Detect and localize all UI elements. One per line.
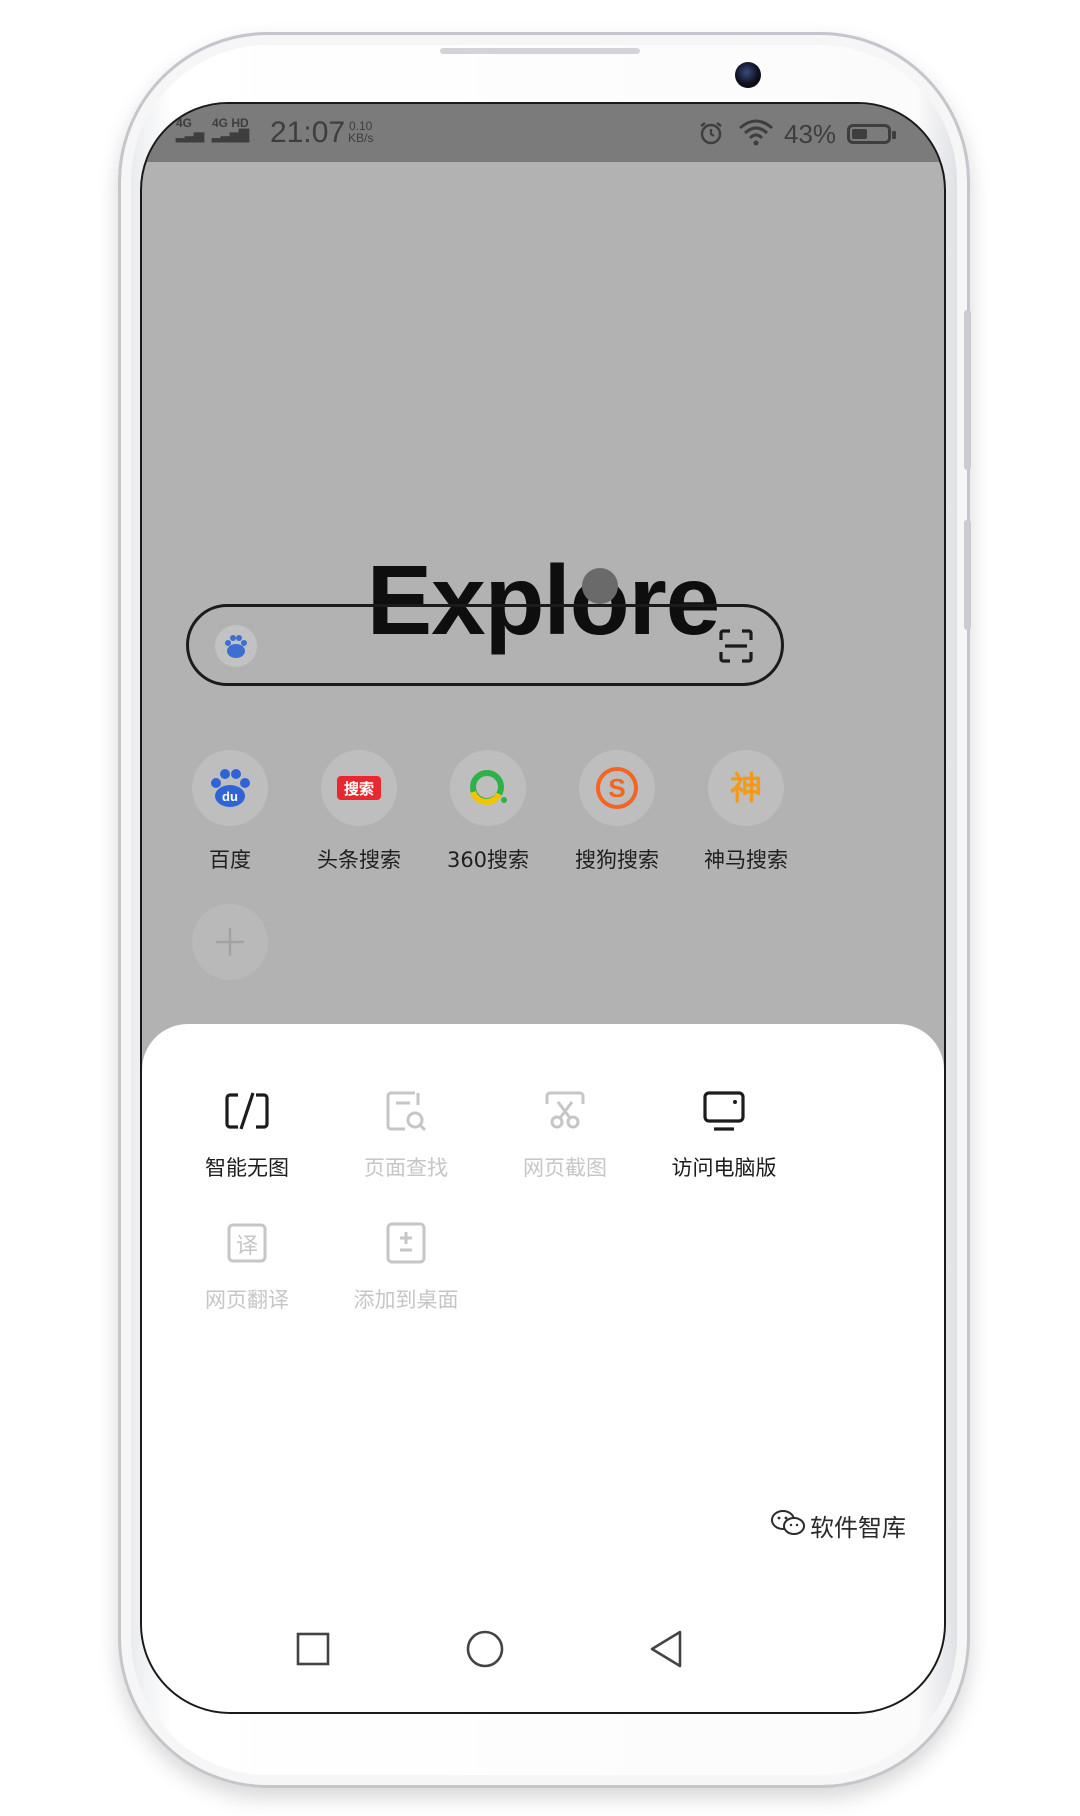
battery-percent: 43% <box>784 119 837 149</box>
menu-label: 网页截图 <box>523 1156 607 1180</box>
menu-item-page-find[interactable]: 页面查找 <box>316 1084 496 1182</box>
signal-icon: ▂▃▅▇ <box>212 127 249 142</box>
baidu-paw-icon[interactable] <box>215 625 257 667</box>
plus-icon <box>216 928 244 956</box>
menu-label: 智能无图 <box>205 1156 289 1180</box>
menu-label: 添加到桌面 <box>353 1288 459 1312</box>
menu-label: 网页翻译 <box>205 1288 289 1312</box>
alarm-icon <box>698 120 724 150</box>
svg-text:神: 神 <box>730 769 762 807</box>
shortcut-label: 头条搜索 <box>317 848 401 872</box>
shortcut-toutiao-search[interactable]: 搜索 头条搜索 <box>294 750 424 874</box>
svg-text:du: du <box>222 789 238 804</box>
logo-accent <box>582 568 618 604</box>
shenma-search-icon: 神 <box>708 750 784 826</box>
clock: 21:07 <box>270 116 346 149</box>
home-icon[interactable] <box>462 1626 508 1672</box>
signal-1: 4G ▂▃▅ <box>176 117 204 142</box>
menu-sheet: 智能无图 页面查找 网页截图 访问电脑版 译 网页翻译 添加到桌面 <box>142 1024 944 1712</box>
status-bar: 4G ▂▃▅ 4G HD ▂▃▅▇ 21:07 0.10 KB/s 43% <box>142 104 944 162</box>
signal-icon: ▂▃▅ <box>176 127 204 142</box>
volume-button <box>964 520 971 630</box>
watermark-text: 软件智库 <box>810 1514 906 1542</box>
recent-apps-icon[interactable] <box>290 1626 336 1672</box>
add-shortcut-button[interactable] <box>192 904 268 980</box>
360-search-icon <box>450 750 526 826</box>
earpiece-speaker <box>440 48 640 54</box>
shortcut-baidu[interactable]: du 百度 <box>165 750 295 874</box>
menu-item-translate[interactable]: 译 网页翻译 <box>157 1216 337 1314</box>
toutiao-search-icon: 搜索 <box>321 750 397 826</box>
speed-unit: KB/s <box>348 131 374 145</box>
screen: 4G ▂▃▅ 4G HD ▂▃▅▇ 21:07 0.10 KB/s 43% Ex… <box>140 102 946 1714</box>
menu-item-screenshot[interactable]: 网页截图 <box>475 1084 655 1182</box>
page-find-icon <box>379 1084 433 1138</box>
screenshot-scissors-icon <box>538 1084 592 1138</box>
baidu-icon: du <box>192 750 268 826</box>
add-to-desktop-icon <box>379 1216 433 1270</box>
shortcut-shenma-search[interactable]: 神 神马搜索 <box>681 750 811 874</box>
translate-icon: 译 <box>220 1216 274 1270</box>
signal-2: 4G HD ▂▃▅▇ <box>212 117 249 142</box>
back-icon[interactable] <box>644 1626 690 1672</box>
svg-text:搜索: 搜索 <box>344 780 374 798</box>
svg-text:译: 译 <box>236 1234 258 1259</box>
network-speed: 0.10 KB/s <box>348 120 373 144</box>
shortcut-sogou-search[interactable]: S 搜狗搜索 <box>552 750 682 874</box>
sogou-search-icon: S <box>579 750 655 826</box>
battery-icon <box>847 124 896 144</box>
shortcut-360-search[interactable]: 360搜索 <box>423 750 553 874</box>
shortcut-label: 百度 <box>209 848 251 872</box>
shortcut-label: 神马搜索 <box>704 848 788 872</box>
menu-item-no-image[interactable]: 智能无图 <box>157 1084 337 1182</box>
power-button <box>964 310 971 470</box>
svg-text:S: S <box>608 773 625 803</box>
scan-icon[interactable] <box>719 629 753 667</box>
menu-item-desktop-site[interactable]: 访问电脑版 <box>634 1084 814 1182</box>
desktop-site-icon <box>697 1084 751 1138</box>
no-image-icon <box>220 1084 274 1138</box>
search-bar[interactable] <box>186 604 784 686</box>
shortcut-label: 搜狗搜索 <box>575 848 659 872</box>
wifi-icon <box>738 118 774 151</box>
battery-level <box>852 129 867 139</box>
navigation-bar <box>142 1602 944 1712</box>
menu-label: 页面查找 <box>364 1156 448 1180</box>
front-camera <box>735 62 761 88</box>
menu-label: 访问电脑版 <box>671 1156 777 1180</box>
menu-item-add-to-desktop[interactable]: 添加到桌面 <box>316 1216 496 1314</box>
wechat-icon <box>770 1508 806 1544</box>
shortcut-label: 360搜索 <box>446 848 530 872</box>
